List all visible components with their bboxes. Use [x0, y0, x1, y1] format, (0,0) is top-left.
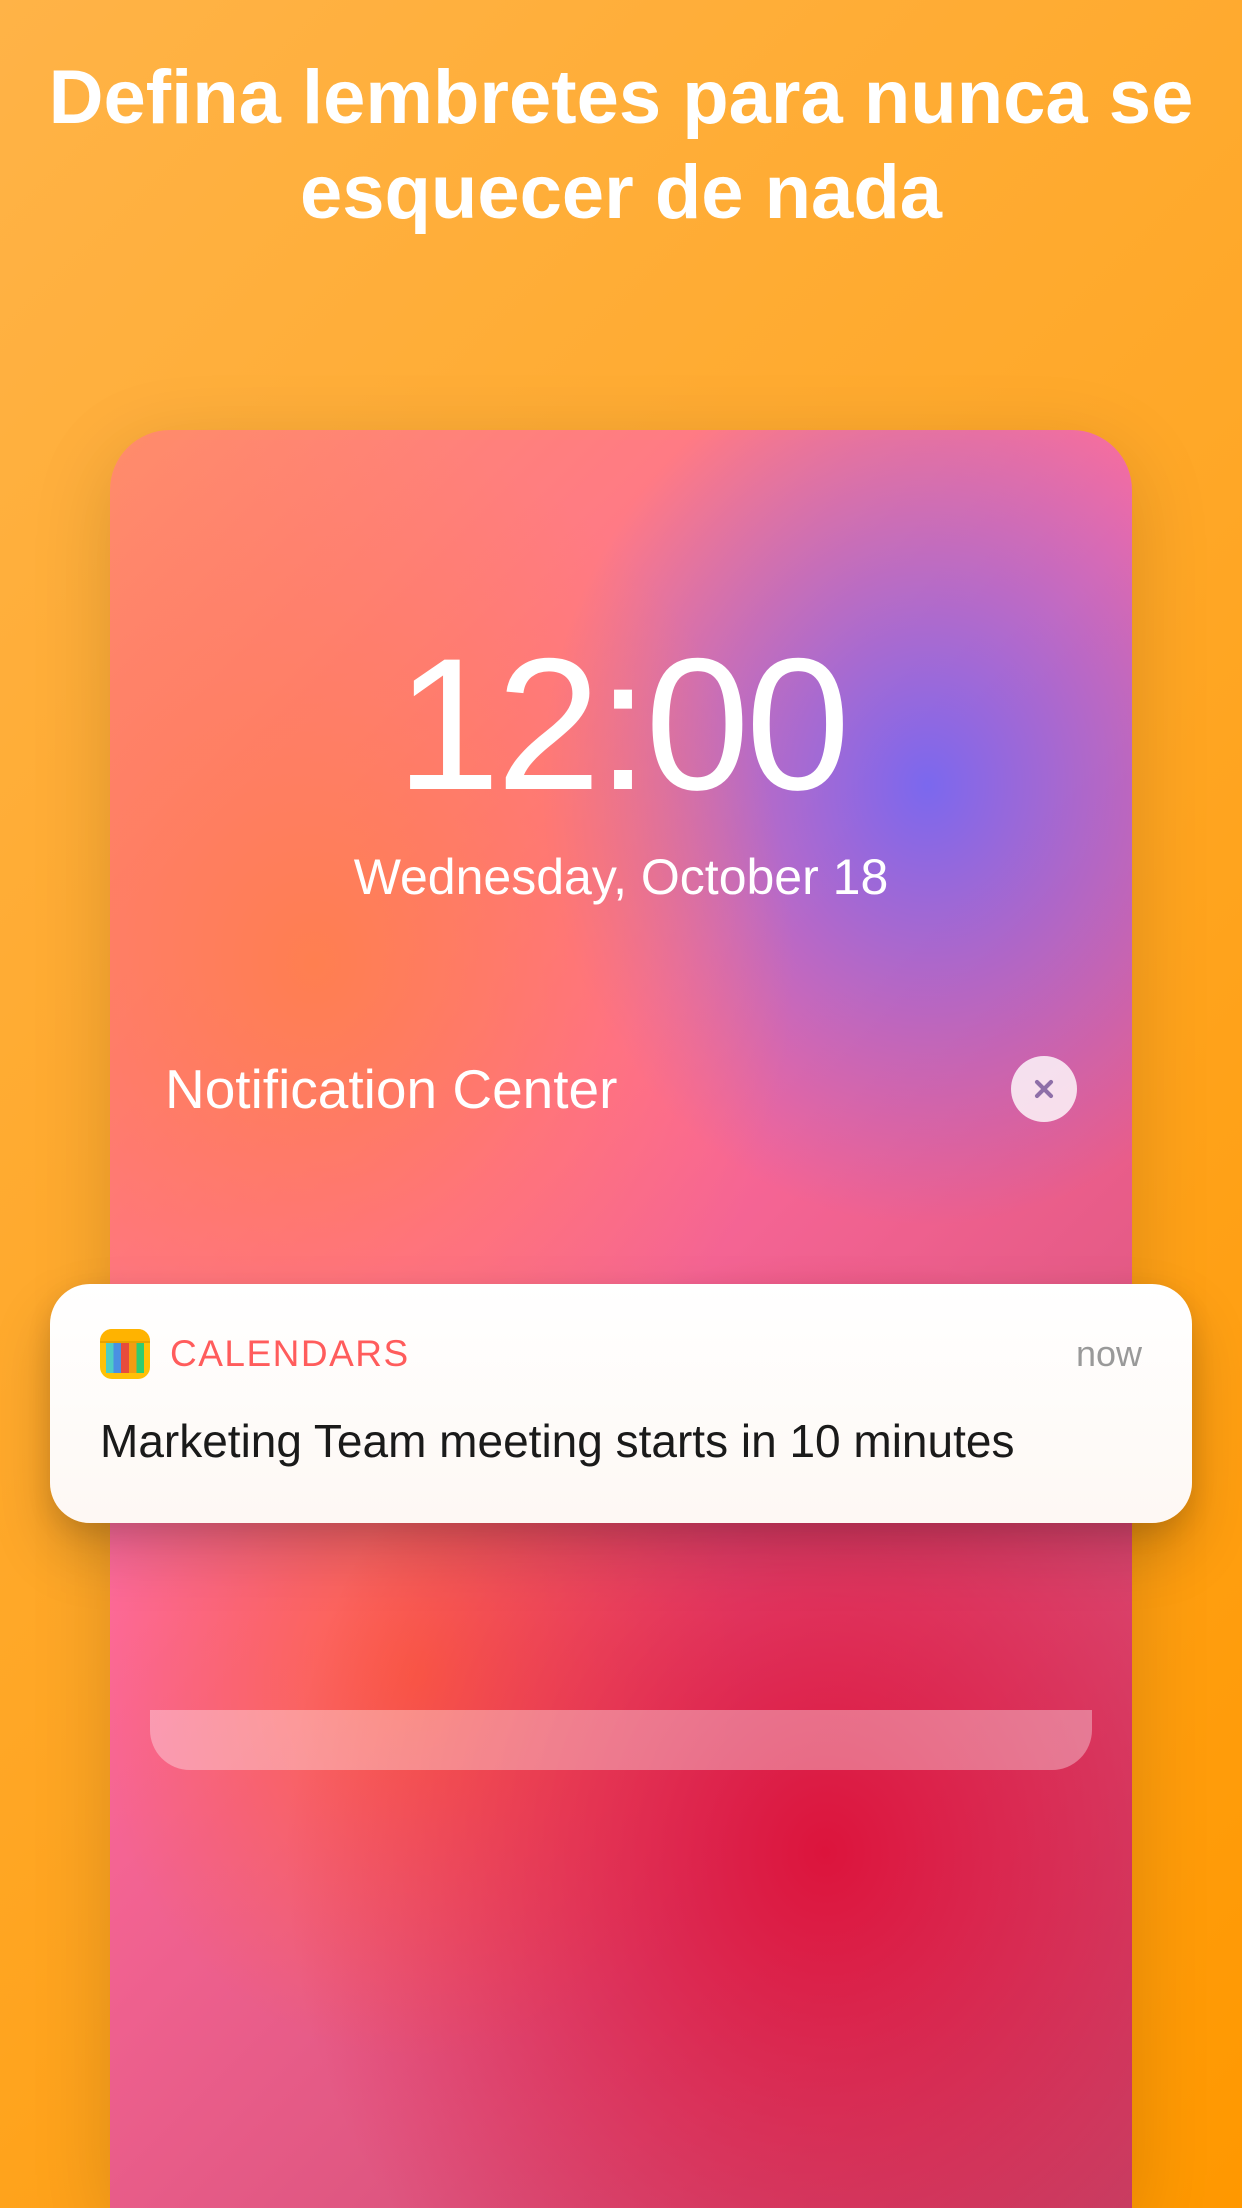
close-icon [1030, 1075, 1058, 1103]
notification-stack-indicator [150, 1710, 1092, 1770]
notification-center-label: Notification Center [165, 1057, 617, 1121]
lock-screen-time: 12:00 [110, 630, 1132, 818]
calendars-app-icon [100, 1329, 150, 1379]
close-button[interactable] [1011, 1056, 1077, 1122]
marketing-headline: Defina lembretes para nunca se esquecer … [0, 0, 1242, 240]
notification-card[interactable]: CALENDARS now Marketing Team meeting sta… [50, 1284, 1192, 1523]
notification-center-header: Notification Center [110, 1056, 1132, 1122]
lock-screen-date: Wednesday, October 18 [110, 848, 1132, 906]
notification-body: Marketing Team meeting starts in 10 minu… [100, 1409, 1142, 1473]
notification-time: now [1076, 1333, 1142, 1375]
notification-app-name: CALENDARS [170, 1333, 1056, 1375]
notification-header: CALENDARS now [100, 1329, 1142, 1379]
